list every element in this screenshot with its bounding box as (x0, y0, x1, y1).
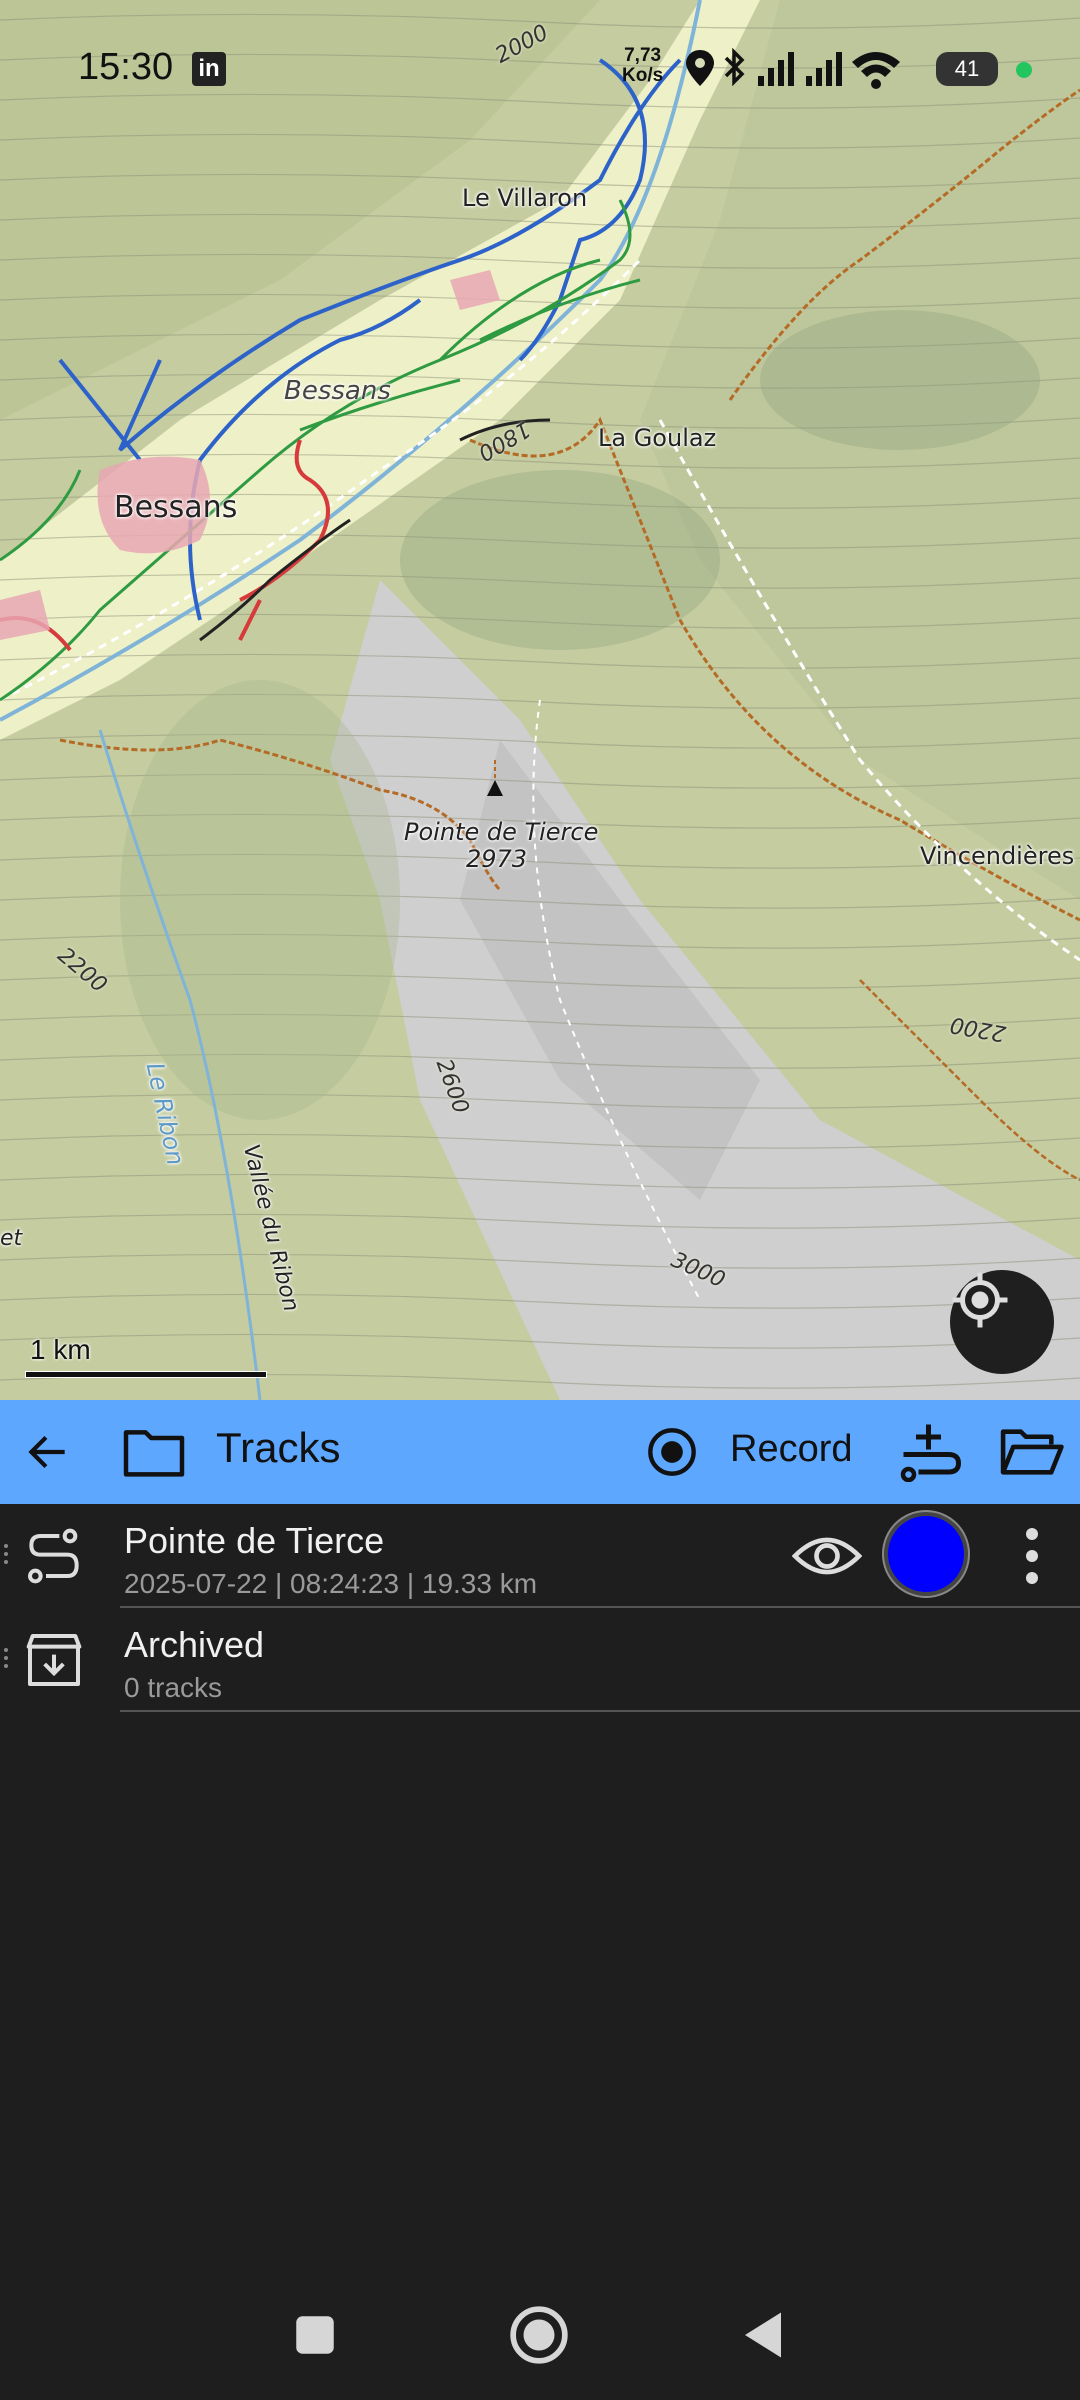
nav-back-icon[interactable] (736, 2308, 790, 2362)
network-speed-value: 7,73 (624, 45, 662, 66)
track-item[interactable]: Pointe de Tierce 2025-07-22 | 08:24:23 |… (0, 1504, 1080, 1608)
route-icon (27, 1528, 79, 1584)
divider (120, 1710, 1080, 1712)
locate-icon (952, 1272, 1008, 1328)
record-button[interactable] (644, 1424, 700, 1480)
place-label-bessans-italic: Bessans (284, 376, 391, 406)
scale-bar: 1 km (26, 1330, 266, 1378)
tracks-toolbar: Tracks Record (0, 1400, 1080, 1504)
track-title: Pointe de Tierce (124, 1520, 385, 1561)
bluetooth-icon (724, 47, 745, 87)
battery-level: 41 (936, 52, 998, 86)
drag-handle[interactable] (2, 1544, 10, 1572)
toolbar-title: Tracks (216, 1424, 341, 1471)
track-color-swatch[interactable] (888, 1516, 964, 1592)
wifi-icon (852, 52, 900, 89)
location-pin-icon (686, 50, 714, 86)
signal-icon (806, 52, 842, 86)
archived-folder-item[interactable]: Archived 0 tracks (0, 1608, 1080, 1712)
open-folder-button[interactable] (996, 1422, 1066, 1482)
signal-icon (758, 52, 794, 86)
drag-handle[interactable] (2, 1648, 10, 1676)
map-view[interactable]: Le Villaron Bessans Bessans La Goulaz Po… (0, 0, 1080, 1400)
place-label-partial: et (0, 1226, 23, 1251)
recents-icon[interactable] (290, 2310, 340, 2360)
status-time: 15:30 (78, 46, 174, 88)
record-label[interactable]: Record (730, 1428, 853, 1471)
place-label-bessans: Bessans (114, 490, 238, 525)
system-nav-bar (0, 2280, 1080, 2400)
linkedin-icon: in (192, 52, 226, 86)
network-speed-unit: Ko/s (622, 65, 664, 86)
locate-button[interactable] (950, 1270, 1054, 1374)
summit-elevation-label: 2973 (466, 845, 528, 873)
scale-line (26, 1372, 266, 1377)
folder-track-count: 0 tracks (124, 1672, 223, 1703)
place-label-le-villaron: Le Villaron (462, 184, 588, 212)
add-track-icon (900, 1424, 962, 1482)
place-label-vincendieres: Vincendières (920, 842, 1075, 870)
tracks-list: Pointe de Tierce 2025-07-22 | 08:24:23 |… (0, 1504, 1080, 1712)
archive-icon (26, 1634, 82, 1686)
place-label-la-goulaz: La Goulaz (598, 424, 717, 452)
track-details: 2025-07-22 | 08:24:23 | 19.33 km (124, 1568, 538, 1599)
privacy-indicator-dot (1016, 62, 1032, 78)
back-button[interactable] (16, 1422, 80, 1482)
more-vert-icon[interactable] (1014, 1524, 1050, 1588)
eye-icon[interactable] (792, 1526, 862, 1586)
open-folder-icon (1000, 1429, 1064, 1475)
back-arrow-icon (28, 1435, 65, 1469)
status-bar: 15:30 in 7,73 Ko/s 41 (0, 0, 1080, 140)
network-speed: 7,73 Ko/s (622, 46, 663, 86)
home-icon[interactable] (508, 2304, 570, 2366)
scale-label: 1 km (30, 1334, 91, 1365)
add-track-button[interactable] (896, 1422, 966, 1482)
status-icons (686, 47, 900, 89)
summit-name-label: Pointe de Tierce (404, 818, 599, 846)
folder-icon (116, 1420, 192, 1484)
record-icon (648, 1428, 696, 1476)
folder-title: Archived (124, 1624, 265, 1665)
